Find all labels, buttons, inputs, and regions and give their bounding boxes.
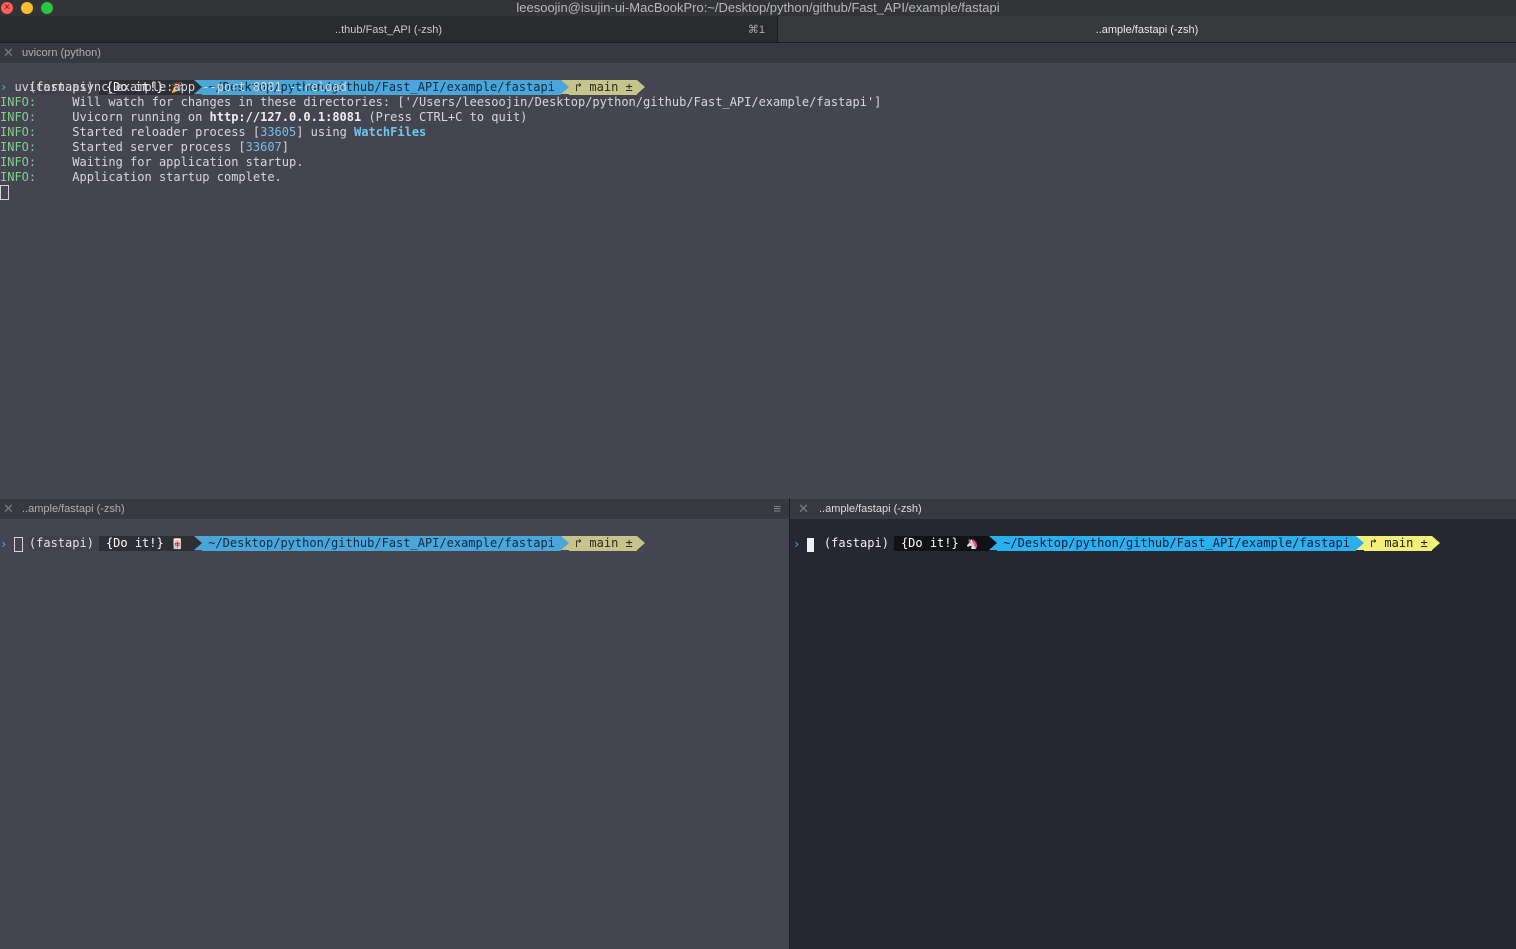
prompt-path: ~/Desktop/python/github/Fast_API/example… <box>997 536 1356 551</box>
server-url[interactable]: http://127.0.0.1:8081 <box>210 110 362 124</box>
pane-header-top: ✕ uvicorn (python) <box>0 43 1516 64</box>
command-line: › <box>793 537 815 552</box>
prompt-badge: {Do it!} 🦄 <box>893 536 990 551</box>
pid: 33605 <box>260 125 297 139</box>
tab-fastapi-active[interactable]: ..ample/fastapi (-zsh) <box>778 16 1516 42</box>
close-pane-icon[interactable]: ✕ <box>798 499 809 519</box>
close-window-button[interactable]: × <box>1 2 13 14</box>
tool-name: WatchFiles <box>354 125 427 139</box>
prompt-line: (fastapi) {Do it!} 🀄 ~/Desktop/python/git… <box>0 521 645 551</box>
pane-header-bottom-left: ✕ ..ample/fastapi (-zsh) ≡ <box>0 499 789 520</box>
prompt-env: (fastapi) <box>28 536 99 551</box>
prompt-chevron-icon: › <box>793 537 801 551</box>
prompt-git-branch: ↱ main ± <box>568 80 637 95</box>
tab-label: ..ample/fastapi (-zsh) <box>1095 24 1199 36</box>
log-line: INFO: Application startup complete. <box>0 170 282 184</box>
prompt-env: (fastapi) <box>823 536 894 551</box>
segment-arrow-icon <box>194 536 203 550</box>
segment-arrow-icon <box>636 536 645 550</box>
cursor <box>807 537 815 552</box>
command-text: uvicorn async_example:app --port 8081 --… <box>7 80 347 94</box>
close-pane-icon[interactable]: ✕ <box>3 499 14 519</box>
close-pane-icon[interactable]: ✕ <box>3 43 14 63</box>
command-line: › uvicorn async_example:app --port 8081 … <box>0 80 347 95</box>
prompt-git-branch: ↱ main ± <box>568 536 637 551</box>
mahjong-icon: 🀄 <box>170 539 184 550</box>
tab-fast-api[interactable]: ..thub/Fast_API (-zsh) ⌘1 <box>0 16 778 42</box>
close-icon: × <box>4 2 10 13</box>
terminal-pane-bottom-right[interactable]: (fastapi) {Do it!} 🦄 ~/Desktop/python/git… <box>790 519 1516 949</box>
log-line: INFO: Uvicorn running on http://127.0.0.… <box>0 110 528 124</box>
segment-arrow-icon <box>1355 536 1364 550</box>
terminal-pane-top[interactable]: (fastapi) {Do it!} 🎉 ~/Desktop/python/git… <box>0 63 1516 498</box>
pid: 33607 <box>245 140 282 154</box>
tab-label: ..thub/Fast_API (-zsh) <box>335 24 442 36</box>
menu-icon[interactable]: ≡ <box>773 499 781 519</box>
segment-arrow-icon <box>1431 536 1440 550</box>
pane-title: ..ample/fastapi (-zsh) <box>819 503 922 515</box>
log-line: INFO: Waiting for application startup. <box>0 155 304 169</box>
window-title: leesoojin@isujin-ui-MacBookPro:~/Desktop… <box>516 0 1000 15</box>
tab-shortcut: ⌘1 <box>747 24 765 36</box>
command-line: › <box>0 537 24 552</box>
prompt-line: (fastapi) {Do it!} 🦄 ~/Desktop/python/git… <box>795 521 1440 551</box>
cursor <box>0 185 9 200</box>
unicorn-icon: 🦄 <box>965 539 979 550</box>
prompt-badge: {Do it!} 🀄 <box>98 536 195 551</box>
prompt-chevron-icon: › <box>0 537 8 551</box>
zoom-window-button[interactable] <box>41 2 53 14</box>
terminal-pane-bottom-left[interactable]: (fastapi) {Do it!} 🀄 ~/Desktop/python/git… <box>0 519 789 949</box>
segment-arrow-icon <box>560 536 569 550</box>
window-titlebar: × leesoojin@isujin-ui-MacBookPro:~/Deskt… <box>0 0 1516 16</box>
segment-arrow-icon <box>989 536 998 550</box>
pane-title: uvicorn (python) <box>22 47 101 59</box>
prompt-path: ~/Desktop/python/github/Fast_API/example… <box>202 536 561 551</box>
log-line: INFO: Started reloader process [33605] u… <box>0 125 427 139</box>
minimize-window-button[interactable] <box>21 2 33 14</box>
cursor <box>14 537 24 552</box>
cursor-line <box>0 185 9 200</box>
segment-arrow-icon <box>560 80 569 94</box>
pane-header-bottom-right: ✕ ..ample/fastapi (-zsh) <box>790 499 1516 520</box>
prompt-line: (fastapi) {Do it!} 🎉 ~/Desktop/python/git… <box>0 65 645 95</box>
tab-bar: ..thub/Fast_API (-zsh) ⌘1 ..ample/fastap… <box>0 16 1516 43</box>
segment-arrow-icon <box>636 80 645 94</box>
pane-title: ..ample/fastapi (-zsh) <box>22 503 125 515</box>
log-line: INFO: Will watch for changes in these di… <box>0 95 882 109</box>
prompt-git-branch: ↱ main ± <box>1363 536 1432 551</box>
log-line: INFO: Started server process [33607] <box>0 140 289 154</box>
